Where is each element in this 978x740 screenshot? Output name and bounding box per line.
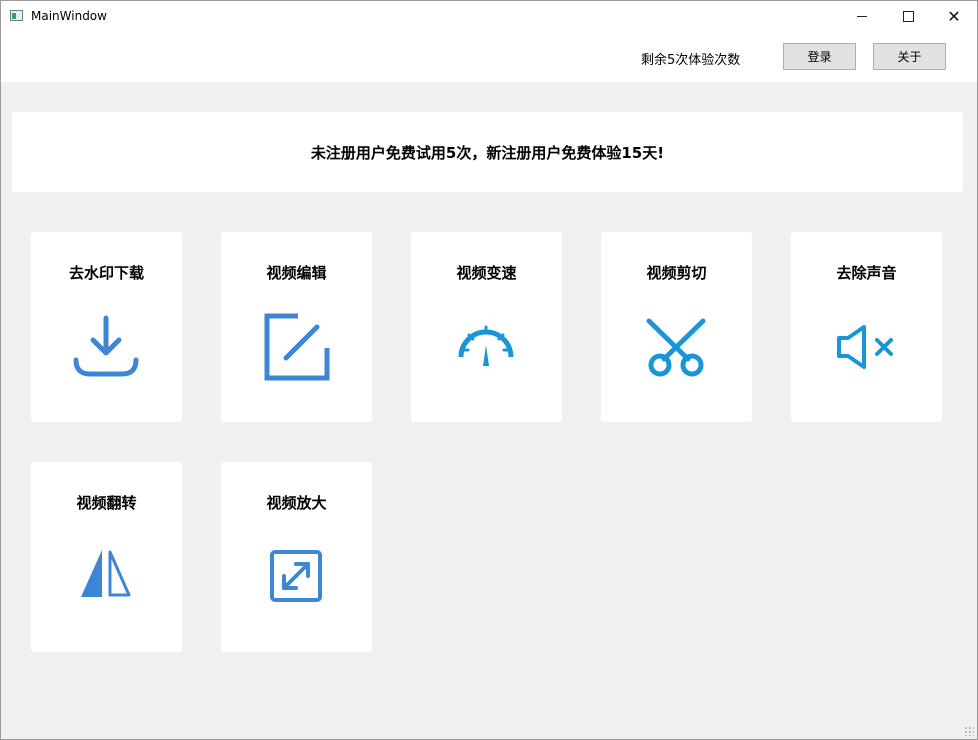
- minimize-icon: [857, 16, 867, 17]
- card-title: 去水印下载: [68, 264, 144, 282]
- card-title: 视频剪切: [646, 264, 707, 282]
- card-title: 视频放大: [266, 494, 327, 512]
- scissors-icon: [636, 310, 716, 390]
- login-button[interactable]: 登录: [783, 43, 856, 70]
- card-video-upscale[interactable]: 视频放大: [221, 462, 372, 652]
- edit-icon: [256, 310, 336, 390]
- flip-icon: [66, 540, 146, 620]
- card-video-cut[interactable]: 视频剪切: [601, 232, 752, 422]
- app-icon: [10, 10, 23, 21]
- about-button[interactable]: 关于: [873, 43, 946, 70]
- main-window: MainWindow ✕ 剩余5次体验次数 登录 关于 未注册用户免费试用5次，…: [0, 0, 978, 740]
- maximize-button[interactable]: [885, 1, 931, 32]
- card-remove-audio[interactable]: 去除声音: [791, 232, 942, 422]
- top-toolbar: 剩余5次体验次数 登录 关于: [1, 32, 977, 82]
- card-title: 视频编辑: [266, 264, 327, 282]
- card-video-edit[interactable]: 视频编辑: [221, 232, 372, 422]
- card-title: 视频变速: [456, 264, 517, 282]
- resize-grip[interactable]: [964, 726, 974, 736]
- mute-icon: [826, 310, 906, 390]
- promo-banner: 未注册用户免费试用5次，新注册用户免费体验15天!: [12, 112, 963, 192]
- window-title: MainWindow: [31, 9, 107, 23]
- close-button[interactable]: ✕: [931, 1, 977, 32]
- promo-banner-text: 未注册用户免费试用5次，新注册用户免费体验15天!: [310, 143, 665, 162]
- card-video-flip[interactable]: 视频翻转: [31, 462, 182, 652]
- remaining-trials-label: 剩余5次体验次数: [641, 53, 741, 68]
- card-watermark-download[interactable]: 去水印下载: [31, 232, 182, 422]
- minimize-button[interactable]: [839, 1, 885, 32]
- card-title: 视频翻转: [76, 494, 137, 512]
- speedometer-icon: [446, 310, 526, 390]
- card-title: 去除声音: [836, 264, 897, 282]
- close-icon: ✕: [947, 6, 961, 26]
- card-video-speed[interactable]: 视频变速: [411, 232, 562, 422]
- title-bar[interactable]: MainWindow ✕: [1, 1, 977, 32]
- expand-icon: [256, 540, 336, 620]
- download-icon: [66, 310, 146, 390]
- maximize-icon: [902, 11, 914, 22]
